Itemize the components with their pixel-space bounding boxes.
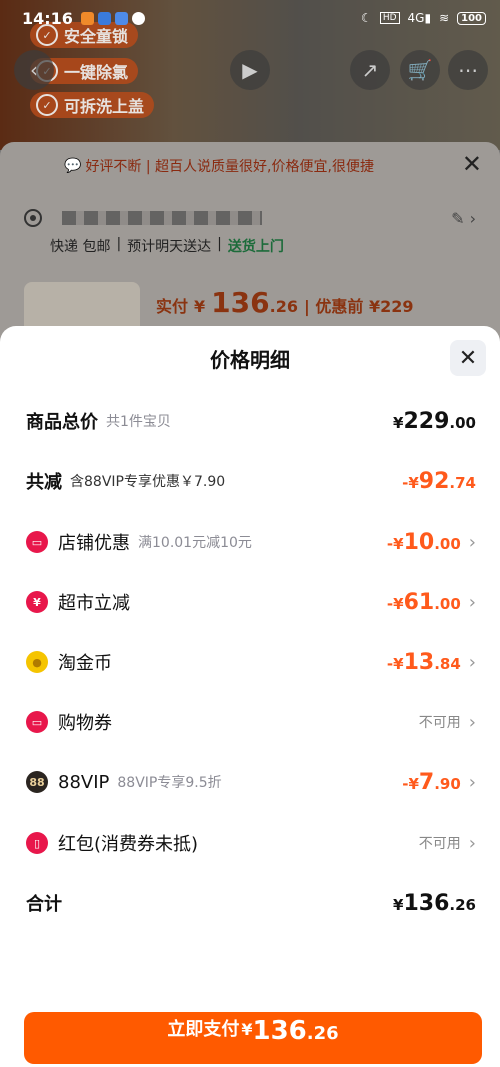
row-supermarket-discount[interactable]: ¥ 超市立减 -¥ 61.00 › [26,582,476,622]
signal-icon: 4G▮ [407,11,432,25]
battery-icon: 100 [457,11,486,25]
check-icon: ✓ [36,94,58,116]
video-play-button[interactable]: ▶ [230,50,270,90]
row-taojinbi[interactable]: ● 淘金币 -¥ 13.84 › [26,642,476,682]
total-value: ¥136.26 [393,890,476,916]
row-total-discount: 共减 含88VIP专享优惠￥7.90 -¥ 92.74 [26,468,476,494]
red-packet-icon: ▯ [26,832,48,854]
chevron-right-icon: › [468,771,476,793]
yuan-discount-icon: ¥ [26,591,48,613]
row-shopping-voucher[interactable]: ▭ 购物券 不可用 › [26,702,476,742]
promo-tag: ✓ 可拆洗上盖 [30,92,155,118]
chevron-right-icon: › [468,711,476,733]
row-red-packet[interactable]: ▯ 红包(消费券未抵) 不可用 › [26,823,476,863]
chevron-right-icon: › [468,531,476,553]
app-icon [80,11,94,25]
review-notice: 💬 好评不断 | 超百人说质量很好,价格便宜,很便捷 [64,158,374,175]
price-detail-sheet: 价格明细 ✕ 商品总价 共1件宝贝 ¥229.00 共减 含88VIP专享优惠￥… [0,326,500,1067]
app-icon [114,11,128,25]
shipping-info: 快递 包邮 | 预计明天送达 | 送货上门 [50,236,284,255]
back-button[interactable]: ‹ [14,50,54,90]
row-store-discount[interactable]: ▭ 店铺优惠 满10.01元减10元 -¥ 10.00 › [26,522,476,562]
address-redacted [62,211,262,225]
cart-icon[interactable]: 🛒 [400,50,440,90]
status-bar: 14:16 ☾ HD 4G▮ ≋ 100 [0,0,500,36]
edit-icon[interactable]: ✎ › [451,209,476,228]
discount-value: -¥ 61.00 [386,589,461,615]
88vip-icon: 88 [26,771,48,793]
close-icon[interactable]: ✕ [462,150,482,178]
chat-icon [131,11,145,25]
share-icon[interactable]: ↗ [350,50,390,90]
more-icon[interactable]: ⋯ [448,50,488,90]
wifi-icon: ≋ [439,11,450,25]
row-total-price: 商品总价 共1件宝贝 ¥229.00 [26,408,476,434]
discount-value: -¥ 7.90 [402,769,461,795]
row-88vip[interactable]: 88 88VIP 88VIP专享9.5折 -¥ 7.90 › [26,762,476,802]
app-icon [97,11,111,25]
store-coupon-icon: ▭ [26,531,48,553]
hd-icon: HD [379,12,400,24]
price-value: ¥229.00 [393,408,476,434]
discount-value: -¥ 13.84 [386,649,461,675]
chevron-right-icon: › [468,832,476,854]
gold-coin-icon: ● [26,651,48,673]
close-icon: ✕ [458,345,478,371]
chevron-right-icon: › [468,651,476,673]
chevron-right-icon: › [468,591,476,613]
address-row[interactable]: ✎ › [24,206,476,230]
sheet-title: 价格明细 [210,348,290,372]
location-icon [24,209,42,227]
comment-icon: 💬 [64,158,82,174]
discount-value: -¥ 10.00 [386,529,461,555]
notification-icons [80,11,145,25]
actual-price: 实付 ¥ 136 .26 | 优惠前 ¥229 [156,286,414,319]
pay-now-button[interactable]: 立即支付 ¥ 136 .26 [24,1012,482,1064]
moon-icon: ☾ [361,11,372,25]
voucher-icon: ▭ [26,711,48,733]
close-button[interactable]: ✕ [450,340,486,376]
row-grand-total: 合计 ¥136.26 [26,890,476,916]
discount-value: -¥ 92.74 [402,468,476,494]
